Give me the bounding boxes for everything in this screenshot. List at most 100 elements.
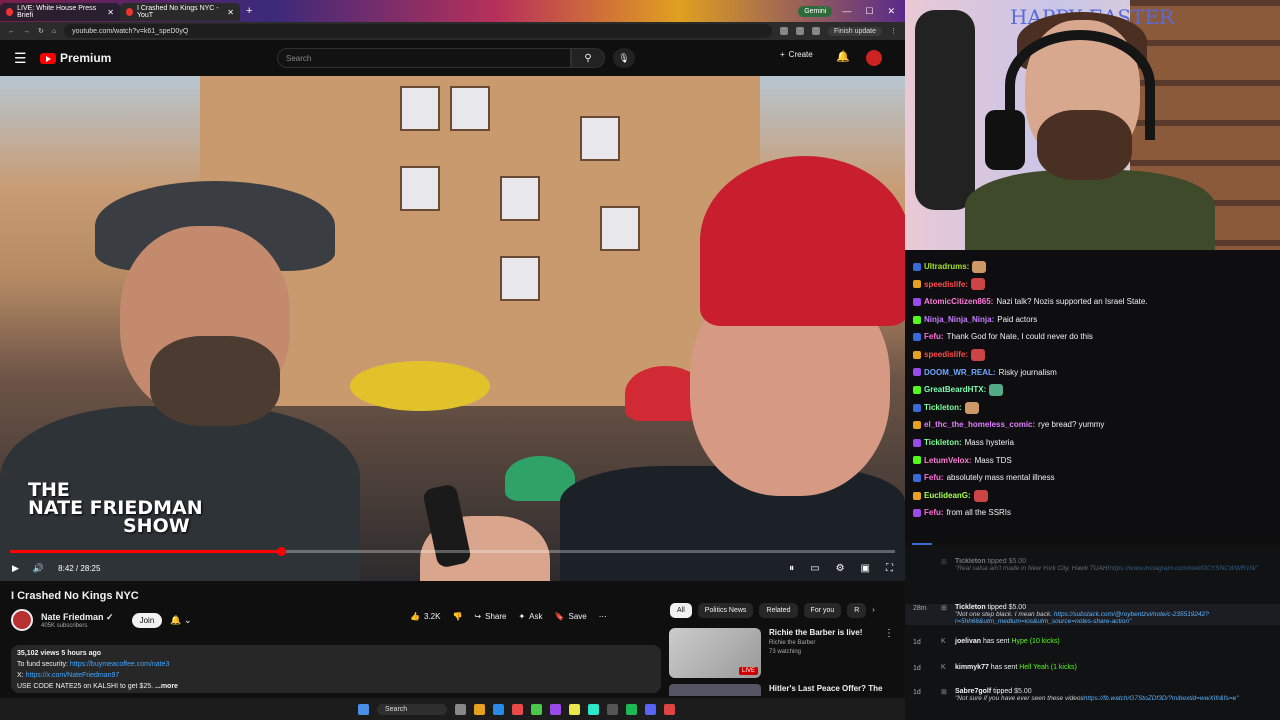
fullscreen-icon[interactable]: ⛶ — [886, 563, 893, 574]
search-input[interactable]: Search — [277, 48, 571, 68]
recommendation-item[interactable]: Hitler's Last Peace Offer? The — [669, 684, 894, 696]
taskbar-app-icon[interactable] — [531, 703, 543, 715]
account-avatar[interactable] — [866, 50, 882, 66]
taskbar-app-icon[interactable] — [474, 703, 486, 715]
taskbar-app-icon[interactable] — [626, 703, 638, 715]
search-button[interactable]: ⚲ — [571, 48, 605, 68]
description-box[interactable]: 35,102 views 5 hours ago To fund securit… — [11, 645, 661, 693]
taskbar-app-icon[interactable] — [664, 703, 676, 715]
home-icon[interactable]: ⌂ — [52, 28, 56, 35]
chat-username[interactable]: Ninja_Ninja_Ninja: — [924, 311, 994, 329]
minimize-icon[interactable]: — — [842, 6, 851, 17]
event-user[interactable]: Tickleton — [955, 604, 986, 611]
taskbar-search[interactable]: Search — [377, 703, 448, 715]
chat-username[interactable]: Fefu: — [924, 328, 944, 346]
browser-tab[interactable]: LIVE: White House Press Briefi ✕ — [0, 3, 120, 21]
forward-icon[interactable]: → — [23, 28, 30, 35]
recommendation-item[interactable]: LIVE Richie the Barber is live! Richie t… — [669, 628, 894, 680]
settings-gear-icon[interactable]: ⚙ — [836, 563, 845, 574]
volume-icon[interactable]: 🔊 — [33, 563, 44, 574]
ask-button[interactable]: ✦ Ask — [518, 612, 542, 621]
event-user[interactable]: kimmyk77 — [955, 664, 989, 671]
like-button[interactable]: 👍 3.2K — [410, 612, 440, 621]
extension-icon[interactable] — [795, 27, 804, 35]
chat-username[interactable]: speedislife: — [924, 346, 968, 364]
recommendation-title[interactable]: Hitler's Last Peace Offer? The — [769, 684, 883, 696]
chat-username[interactable]: Fefu: — [924, 469, 944, 487]
chat-username[interactable]: DOOM_WR_REAL: — [924, 364, 996, 382]
event-user[interactable]: Sabre7golf — [955, 688, 991, 695]
chat-username[interactable]: speedislife: — [924, 276, 968, 294]
event-link[interactable]: https://www.instagram.com/reel/DCYSNCWWR… — [1109, 565, 1258, 572]
dislike-button[interactable]: 👎 — [452, 612, 462, 621]
chevron-right-icon[interactable]: › — [872, 607, 874, 614]
autoplay-toggle-icon[interactable]: ⏸ — [789, 563, 794, 574]
video-player[interactable]: THE NATE FRIEDMAN SHOW ▶ 🔊 8:42 / 28:25 … — [0, 76, 905, 581]
miniplayer-icon[interactable]: ▣ — [861, 563, 870, 574]
reload-icon[interactable]: ↻ — [38, 27, 44, 35]
more-actions-icon[interactable]: ⋯ — [599, 612, 607, 621]
event-user[interactable]: Tickleton — [955, 558, 986, 565]
channel-avatar[interactable] — [11, 609, 33, 631]
taskbar-app-icon[interactable] — [645, 703, 657, 715]
youtube-logo[interactable]: Premium — [40, 51, 111, 65]
chat-username[interactable]: GreatBeardHTX: — [924, 381, 986, 399]
close-window-icon[interactable]: ✕ — [887, 6, 895, 17]
chip-politics-news[interactable]: Politics News — [697, 603, 754, 618]
taskbar-app-icon[interactable] — [512, 703, 524, 715]
gemini-button[interactable]: Gemini — [798, 5, 833, 17]
menu-dots-icon[interactable]: ⋮ — [890, 27, 897, 35]
maximize-icon[interactable]: ☐ — [865, 6, 873, 17]
chip-related[interactable]: Related — [759, 603, 798, 618]
subtitles-icon[interactable]: ▭ — [810, 563, 819, 574]
chip-truncated[interactable]: R — [847, 603, 867, 618]
desc-link[interactable]: https://buymeacoffee.com/nate3 — [70, 661, 170, 668]
close-tab-icon[interactable]: ✕ — [107, 8, 114, 17]
taskbar-app-icon[interactable] — [569, 703, 581, 715]
voice-search-button[interactable]: 🎙 — [613, 48, 635, 68]
play-icon[interactable]: ▶ — [12, 563, 19, 574]
url-field[interactable]: youtube.com/watch?v=k61_speD0yQ — [64, 24, 772, 38]
more-options-icon[interactable]: ⋮ — [884, 628, 894, 680]
progress-scrubber[interactable] — [276, 547, 286, 556]
event-user[interactable]: joelivan — [955, 638, 981, 645]
chat-username[interactable]: Ultradrums: — [924, 258, 969, 276]
subscribe-bell-icon[interactable]: 🔔 ⌄ — [170, 615, 191, 626]
chat-username[interactable]: Tickleton: — [924, 434, 962, 452]
share-button[interactable]: ↪ Share — [474, 612, 506, 621]
browser-tab-active[interactable]: I Crashed No Kings NYC - YouT ✕ — [120, 3, 240, 21]
create-button[interactable]: + Create — [780, 50, 813, 59]
menu-icon[interactable]: ☰ — [14, 50, 40, 67]
extension-icon[interactable] — [811, 27, 820, 35]
chat-username[interactable]: Tickleton: — [924, 399, 962, 417]
taskbar-app-icon[interactable] — [588, 703, 600, 715]
finish-update-button[interactable]: Finish update — [827, 26, 882, 36]
close-tab-icon[interactable]: ✕ — [227, 8, 234, 17]
back-icon[interactable]: ← — [8, 28, 15, 35]
recommendation-thumbnail[interactable]: LIVE — [669, 628, 761, 678]
chat-username[interactable]: el_thc_the_homeless_comic: — [924, 416, 1035, 434]
taskbar-app-icon[interactable] — [607, 703, 619, 715]
channel-name[interactable]: Nate Friedman ✓ — [41, 612, 114, 623]
event-link[interactable]: https://fb.watch/G7StoZDf3D/?mibextid=ww… — [1084, 695, 1239, 702]
save-button[interactable]: 🔖 Save — [555, 612, 587, 621]
chip-all[interactable]: All — [670, 603, 692, 618]
extension-icon[interactable] — [779, 27, 788, 35]
start-icon[interactable] — [358, 703, 369, 715]
chat-username[interactable]: AtomicCitizen865: — [924, 293, 993, 311]
desc-link[interactable]: https://x.com/NateFriedman97 — [26, 672, 120, 679]
taskbar-app-icon[interactable] — [455, 703, 467, 715]
recommendation-thumbnail[interactable] — [669, 684, 761, 696]
recommendation-title[interactable]: Richie the Barber is live! — [769, 628, 862, 637]
chat-username[interactable]: Fefu: — [924, 504, 944, 522]
chip-for-you[interactable]: For you — [803, 603, 842, 618]
chat-username[interactable]: EuclideanG: — [924, 487, 971, 505]
taskbar-app-icon[interactable] — [493, 703, 505, 715]
new-tab-icon[interactable]: + — [240, 5, 258, 17]
show-more-link[interactable]: ...more — [155, 683, 178, 690]
video-progress-bar[interactable] — [10, 547, 895, 556]
taskbar-app-icon[interactable] — [550, 703, 562, 715]
chat-username[interactable]: LetumVelox: — [924, 452, 972, 470]
join-button[interactable]: Join — [131, 612, 163, 628]
notifications-bell-icon[interactable]: 🔔 — [836, 50, 850, 63]
